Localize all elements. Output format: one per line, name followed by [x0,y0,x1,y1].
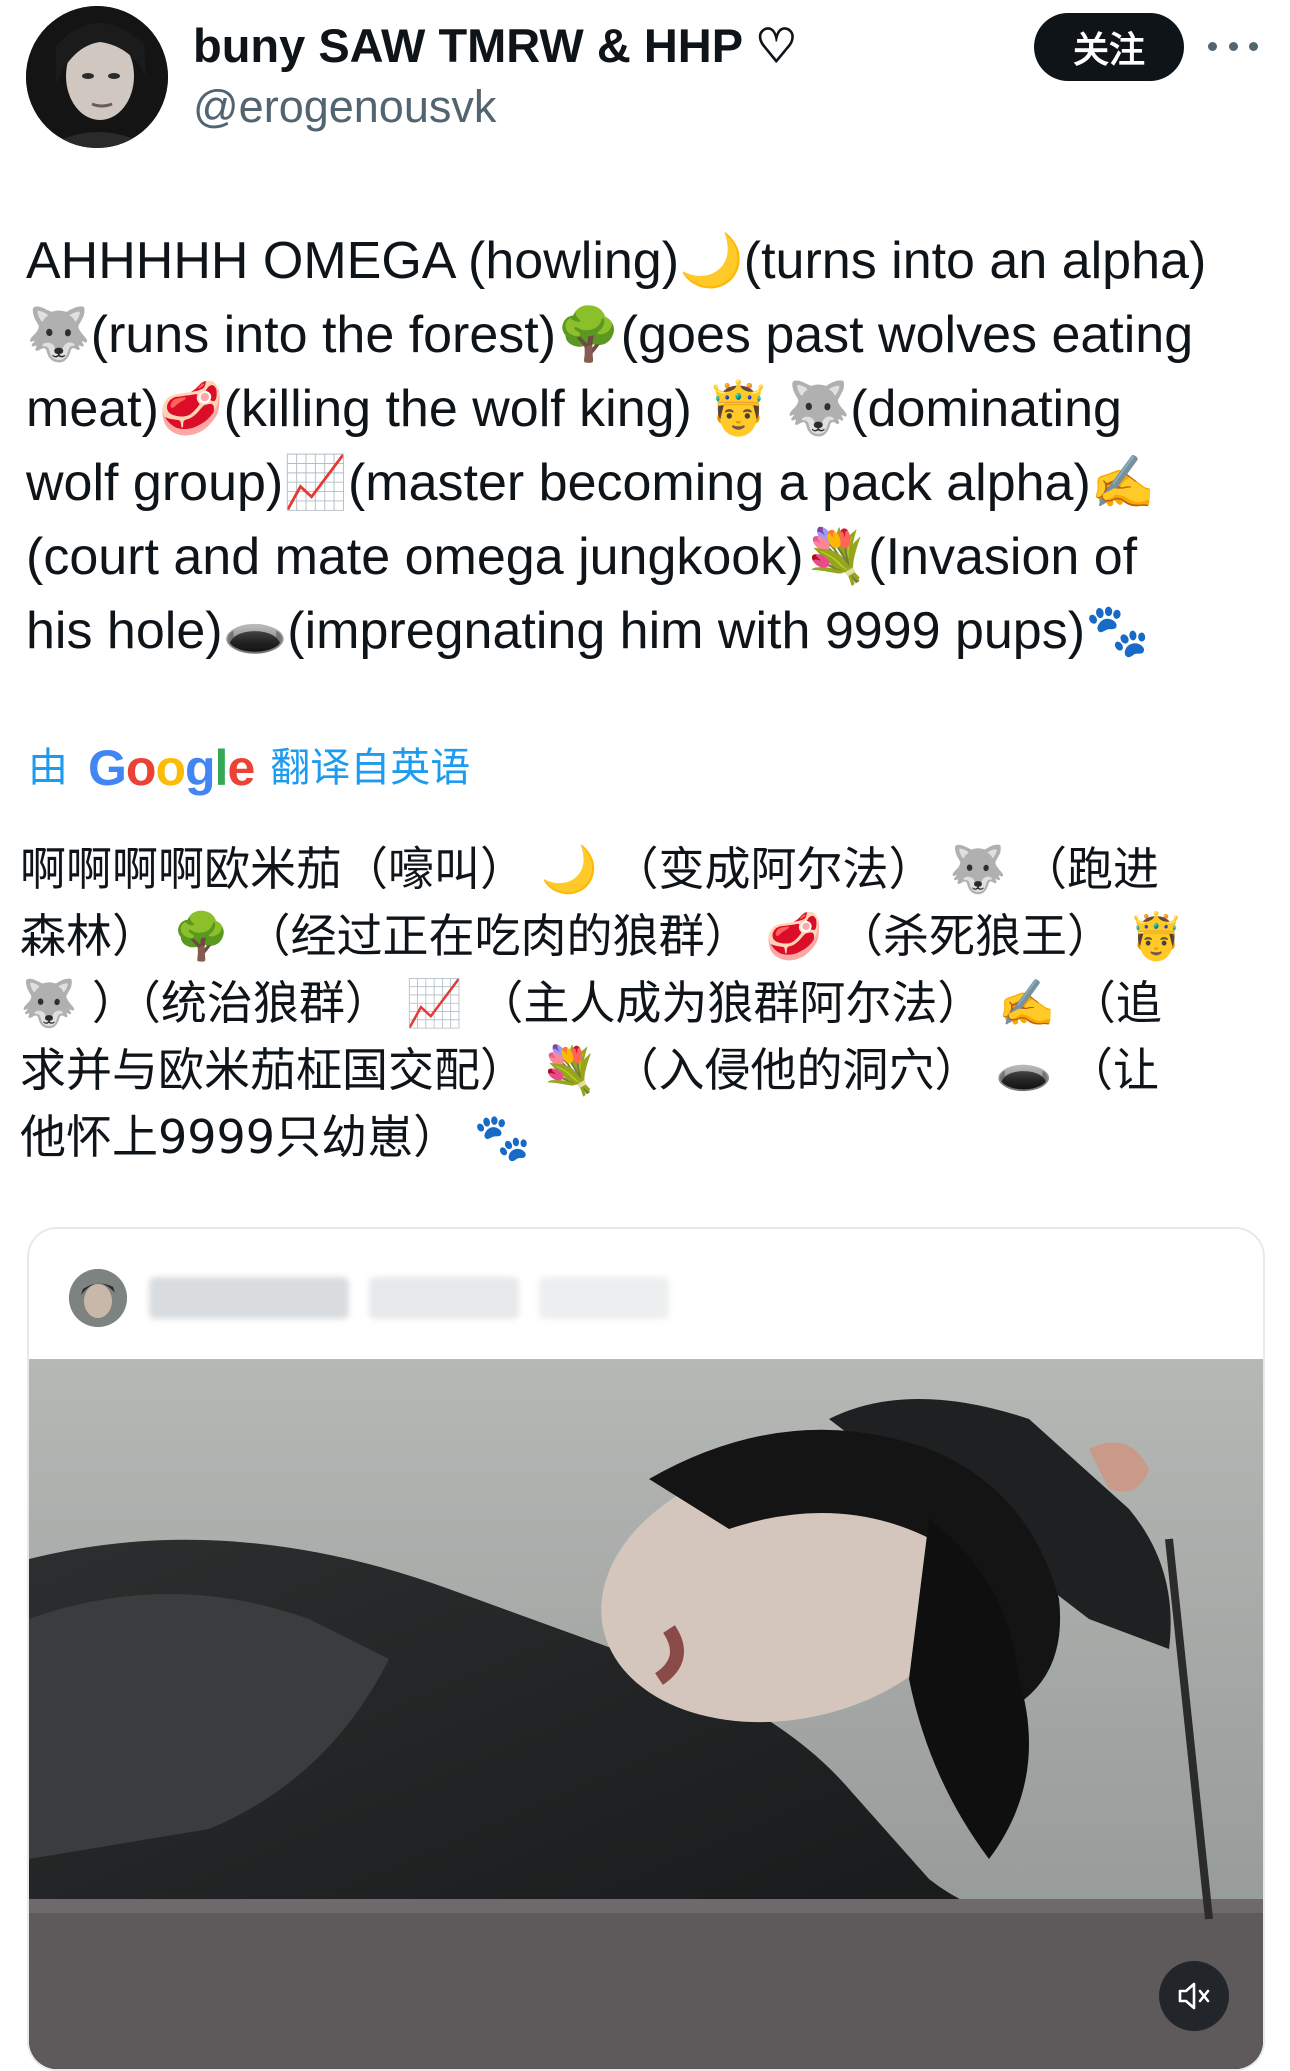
blurred-meta [539,1277,669,1319]
dot [1249,41,1258,51]
translation-from-label: 翻译自英语 [270,745,471,791]
author-display-name[interactable]: buny SAW TMRW & HHP ♡ [193,18,797,74]
tweet-text: AHHHHH OMEGA (howling)🌙(turns into an al… [26,232,1207,660]
quoted-author-avatar [69,1269,127,1327]
google-logo: Google [88,740,255,796]
author-handle[interactable]: @erogenousvk [193,80,496,134]
blurred-handle [369,1277,519,1319]
dot [1208,41,1217,51]
quoted-video[interactable] [29,1359,1263,2069]
author-avatar[interactable] [26,6,168,148]
translated-text: 啊啊啊啊欧米茄（嚎叫） 🌙 （变成阿尔法） 🐺 （跑进 森林） 🌳 （经过正在吃… [20,842,1185,1164]
quoted-post-header [29,1229,1263,1359]
dot [1228,41,1238,51]
blurred-author-name [149,1277,349,1319]
quoted-post-card[interactable] [27,1227,1265,2071]
volume-muted-icon[interactable] [1159,1961,1229,2031]
more-horizontal-icon[interactable] [1208,24,1258,68]
translation-by-label: 由 [28,745,68,791]
translation-attribution[interactable]: 由 Google 翻译自英语 [28,738,470,798]
follow-button[interactable]: 关注 [1034,13,1184,81]
